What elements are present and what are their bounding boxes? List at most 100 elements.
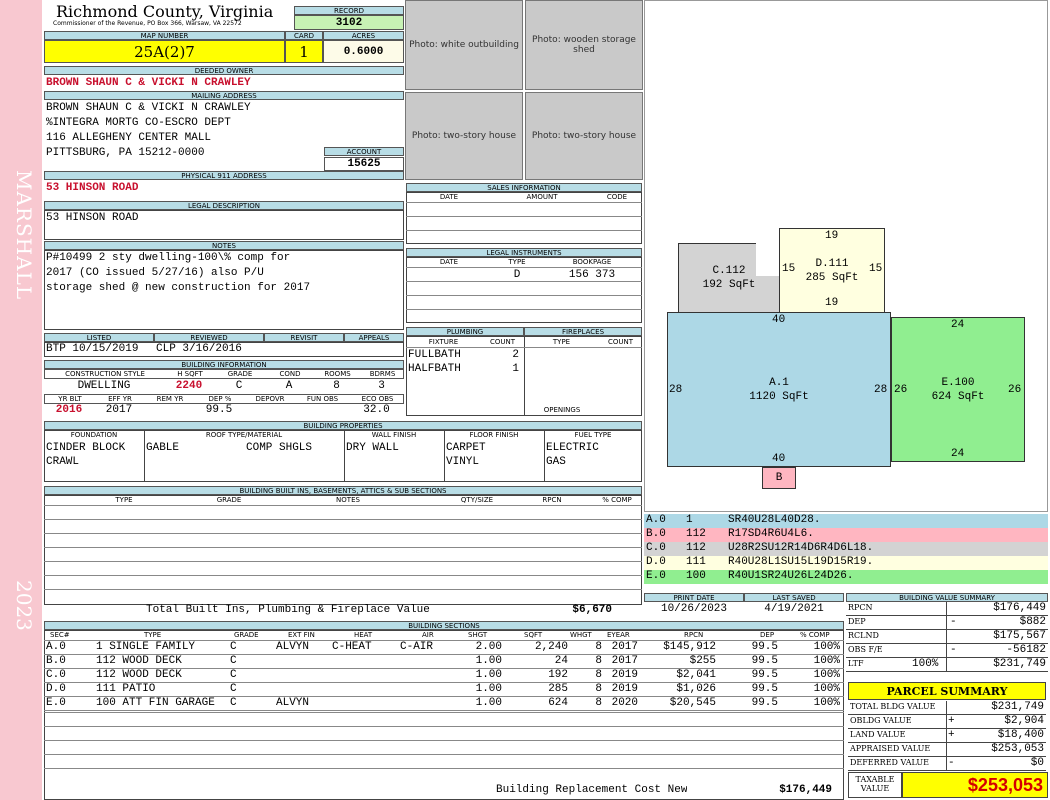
sketch-area-c-sqft: 192 SqFt: [702, 279, 756, 291]
photo-outbuilding: Photo: white outbuilding: [405, 0, 523, 90]
legend-path-d: R40U28L1SU15L19D15R19.: [728, 556, 874, 568]
deeded-owner-header: DEEDED OWNER: [44, 66, 404, 75]
bi-hsqft-value: 2240: [175, 380, 203, 392]
dim-d-top: 19: [825, 230, 839, 242]
section-cell-sqft: 285: [548, 683, 568, 695]
bp-wall: DRY WALL: [346, 442, 399, 454]
parcel-row-sign: +: [948, 715, 955, 727]
section-cell-type: 100 ATT FIN GARAGE: [96, 697, 215, 709]
section-cell-rpcn: $1,026: [676, 683, 716, 695]
bi-col-yrblt: YR BLT: [58, 395, 82, 403]
bp-col-wall: WALL FINISH: [371, 431, 417, 439]
bi-col-grade: GRADE: [227, 370, 253, 378]
parcel-row-label: DEFERRED VALUE: [850, 758, 929, 767]
mailing-header: MAILING ADDRESS: [44, 91, 404, 100]
bi-effyr-value: 2017: [105, 404, 133, 416]
section-cell-rpcn: $20,545: [669, 697, 716, 709]
photo-house-1: Photo: two-story house: [405, 92, 523, 180]
section-cell-comp: 100%: [813, 641, 840, 653]
legend-row-a: A.0 1 SR40U28L40D28.: [644, 514, 1048, 528]
section-cell-grade: C: [230, 669, 237, 681]
bi-col-cond: COND: [279, 370, 301, 378]
section-cell-sec: C.0: [46, 669, 66, 681]
section-cell-rpcn: $255: [689, 655, 716, 667]
bp-foundation-2: CRAWL: [46, 456, 80, 468]
builtins-total-label: Total Built Ins, Plumbing & Fireplace Va…: [146, 604, 430, 616]
plumbing-col-count: COUNT: [489, 338, 516, 346]
revisit-header: REVISIT: [264, 333, 344, 342]
physical-address-header: PHYSICAL 911 ADDRESS: [44, 171, 404, 180]
last-saved-header: LAST SAVED: [744, 593, 844, 602]
section-cell-dep: 99.5: [751, 683, 778, 695]
value-summary-header: BUILDING VALUE SUMMARY: [846, 593, 1048, 602]
parcel-row-value: $0: [1030, 757, 1044, 769]
legend-sec-a: A.0: [646, 514, 666, 526]
appeals-header: APPEALS: [344, 333, 404, 342]
section-cell-grade: C: [230, 655, 237, 667]
vs-row-rclnd: RCLND $175,567: [846, 630, 1048, 644]
bi-col-rooms: ROOMS: [324, 370, 351, 378]
li-col-type: TYPE: [508, 258, 526, 266]
bi-grade-value: C: [235, 380, 243, 392]
physical-address-value: 53 HINSON ROAD: [46, 182, 139, 194]
legend-code-d: 111: [686, 556, 706, 568]
section-cell-comp: 100%: [813, 669, 840, 681]
sec-col-whgt: WHGT: [570, 631, 592, 639]
legal-instruments-header: LEGAL INSTRUMENTS: [406, 248, 642, 257]
section-cell-comp: 100%: [813, 655, 840, 667]
section-cell-type: 1 SINGLE FAMILY: [96, 641, 196, 653]
sketch-area-a: A.1 1120 SqFt: [667, 312, 891, 467]
vs-obs-sign: -: [950, 644, 957, 656]
bi-headers-2: YR BLT EFF YR REM YR DEP % DEPOVR FUN OB…: [44, 394, 404, 404]
section-cell-sqft: 2,240: [534, 641, 568, 653]
dim-d-bottom: 19: [825, 297, 839, 309]
building-props-header: BUILDING PROPERTIES: [44, 421, 642, 430]
last-saved-value: 4/19/2021: [764, 603, 824, 615]
reviewed-value: CLP 3/16/2016: [156, 343, 242, 355]
bp-col-floor: FLOOR FINISH: [469, 431, 519, 439]
parcel-row-label: TOTAL BLDG VALUE: [850, 702, 936, 711]
legend-sec-e: E.0: [646, 570, 666, 582]
section-cell-type: 112 WOOD DECK: [96, 655, 182, 667]
sales-header: SALES INFORMATION: [406, 183, 642, 192]
mailing-line-4: PITTSBURG, PA 15212-0000: [46, 147, 205, 159]
sec-col-comp: % COMP: [800, 631, 830, 639]
vs-rclnd-label: RCLND: [848, 631, 879, 640]
bp-fuel-2: GAS: [546, 456, 566, 468]
sec-col-sqft: SQFT: [524, 631, 543, 639]
county-title: Richmond County, Virginia: [56, 2, 274, 21]
map-number-value: 25A(2)7: [44, 40, 285, 63]
vs-rpcn-label: RPCN: [848, 603, 873, 612]
sketch-area-d-sqft: 285 SqFt: [805, 271, 859, 284]
bi-col-style: CONSTRUCTION STYLE: [65, 370, 145, 378]
parcel-row: TOTAL BLDG VALUE $231,749: [848, 701, 1046, 715]
legend-sec-b: B.0: [646, 528, 666, 540]
bi-col-funobs: FUN OBS: [306, 395, 339, 403]
section-cell-type: 111 PATIO: [96, 683, 156, 695]
section-cell-comp: 100%: [813, 683, 840, 695]
year-label: 2023: [12, 580, 36, 631]
sec-col-eyear: EYEAR: [607, 631, 630, 639]
record-header: RECORD: [294, 6, 404, 15]
section-cell-whgt: 8: [595, 669, 602, 681]
notes-line-2: 2017 (CO issued 5/27/16) also P/U: [46, 267, 264, 279]
bi-dep-value: 99.5: [205, 404, 233, 416]
bi-col-ecoobs: ECO OBS: [361, 395, 394, 403]
bp-foundation-1: CINDER BLOCK: [46, 442, 126, 454]
bp-col-roof: ROOF TYPE/MATERIAL: [205, 431, 283, 439]
section-cell-whgt: 8: [595, 697, 602, 709]
reviewed-header: REVIEWED: [154, 333, 264, 342]
dim-a-bottom: 40: [772, 453, 786, 465]
dim-e-bottom: 24: [951, 448, 965, 460]
building-info-header: BUILDING INFORMATION: [44, 360, 404, 369]
notes-line-3: storage shed @ new construction for 2017: [46, 282, 311, 294]
legend-row-e: E.0 100 R40U1SR24U26L24D26.: [644, 570, 1048, 584]
parcel-row: OBLDG VALUE + $2,904: [848, 715, 1046, 729]
legal-description-header: LEGAL DESCRIPTION: [44, 201, 404, 210]
legend-path-e: R40U1SR24U26L24D26.: [728, 570, 854, 582]
district-sidebar: MARSHALL 2023: [0, 0, 42, 800]
section-cell-dep: 99.5: [751, 641, 778, 653]
section-cell-extfin: ALVYN: [276, 697, 310, 709]
bi-col-hsqft: H SQFT: [177, 370, 203, 378]
section-cell-rpcn: $2,041: [676, 669, 716, 681]
